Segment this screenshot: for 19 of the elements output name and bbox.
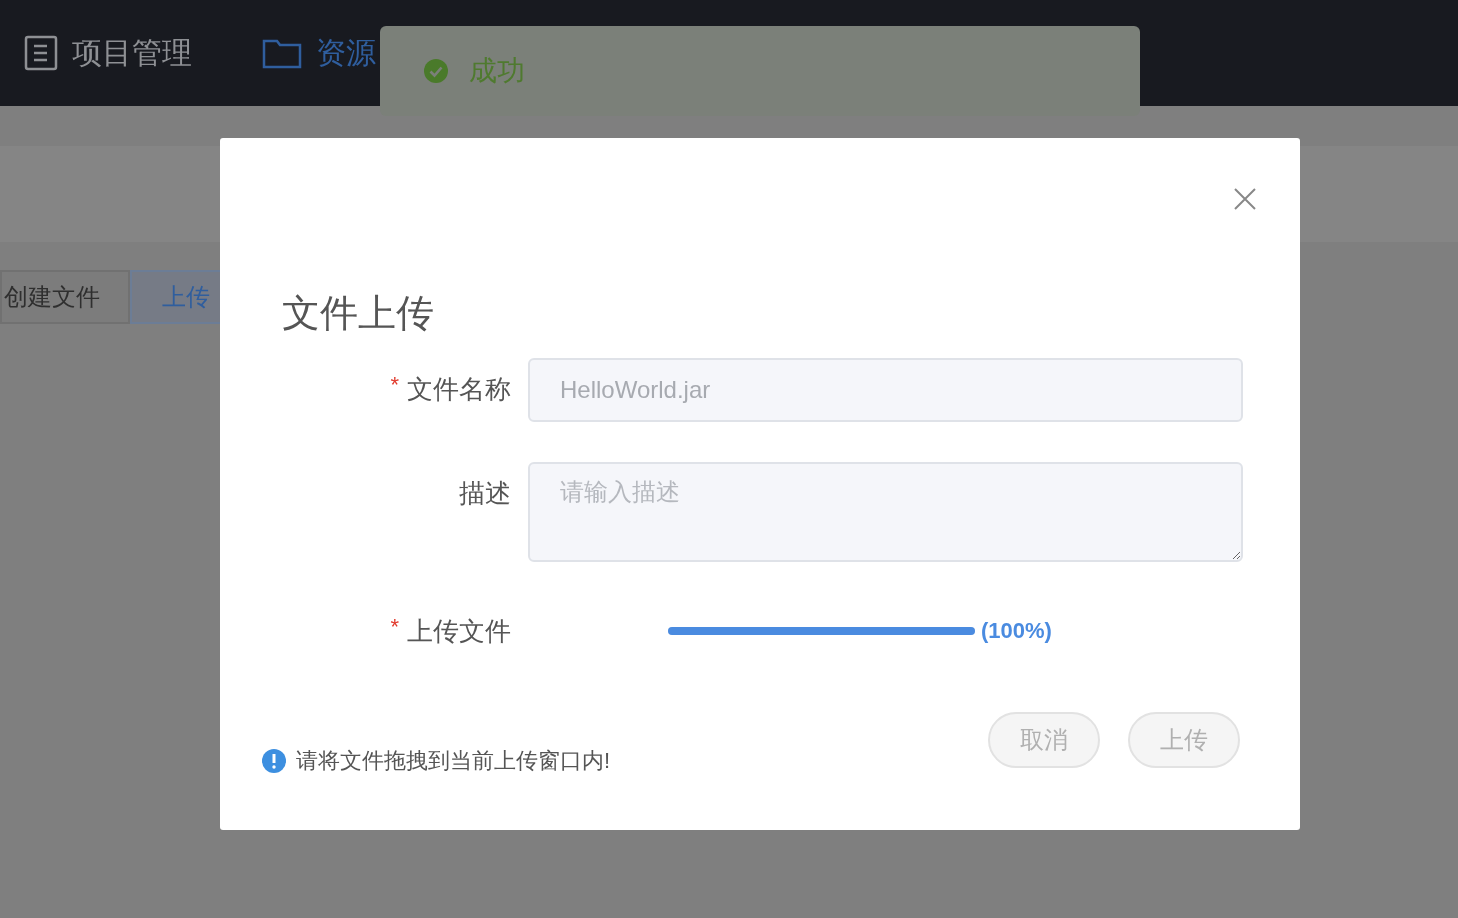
dialog-title: 文件上传 (281, 291, 435, 336)
file-name-field[interactable]: HelloWorld.jar (528, 358, 1243, 422)
description-field[interactable]: 请输入描述 (528, 462, 1243, 562)
field-label: 文件名称 (407, 373, 511, 406)
required-mark: * (390, 614, 399, 639)
nav-item[interactable]: 资源 (262, 32, 376, 74)
progress-reading: (100%) (981, 618, 1052, 644)
nav-item[interactable]: 项目管理 (24, 32, 192, 74)
drag-hint-text: 请将文件拖拽到当前上传窗口内! (296, 747, 611, 775)
check-circle-icon (423, 58, 449, 84)
field-label: 描述 (459, 477, 511, 510)
toast-message: 成功 (469, 54, 525, 88)
info-icon (262, 749, 286, 773)
document-icon (24, 35, 58, 71)
folder-icon (262, 37, 302, 69)
close-icon[interactable] (1234, 188, 1256, 210)
field-label: 上传文件 (407, 615, 511, 648)
required-mark: * (390, 372, 399, 397)
toolbar-button[interactable]: 创建文件 (0, 270, 130, 324)
